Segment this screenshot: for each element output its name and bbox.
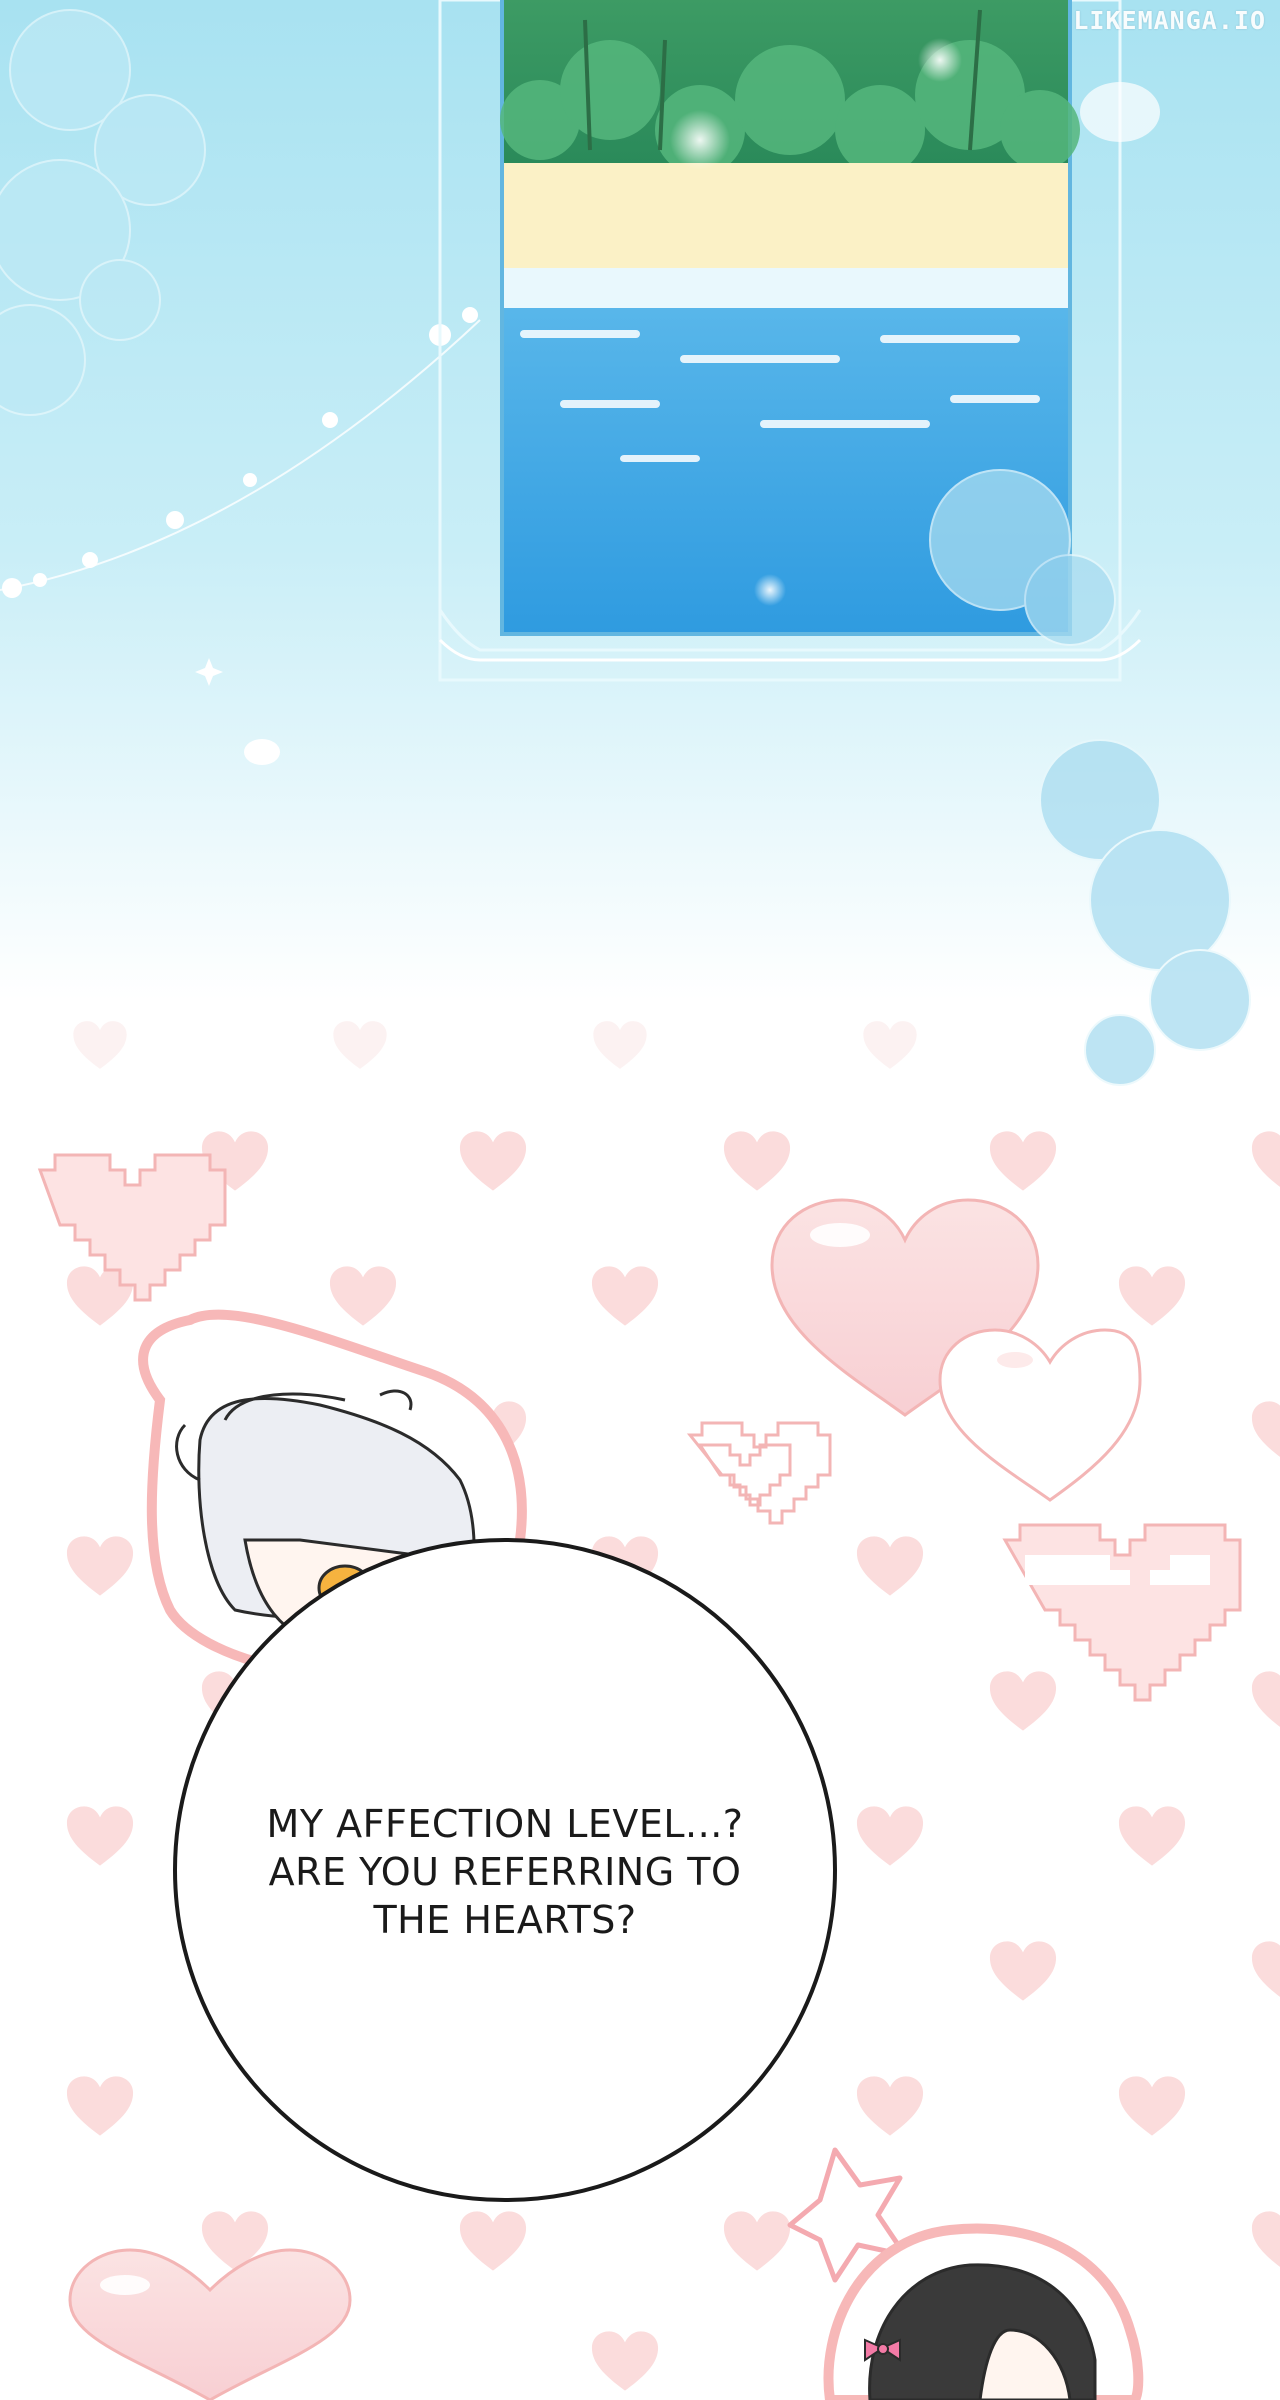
dialogue-text: MY AFFECTION LEVEL...? ARE YOU REFERRING… [210,1800,800,1944]
watermark: LIKEMANGA.IO [1073,6,1266,35]
dialogue-line: MY AFFECTION LEVEL...? [266,1802,744,1846]
comic-artwork [0,0,1280,2400]
comic-panel: LIKEMANGA.IO MY AFFECTION LEVEL...? ARE … [0,0,1280,2400]
dialogue-line: THE HEARTS? [373,1898,637,1942]
dialogue-line: ARE YOU REFERRING TO [268,1850,742,1894]
